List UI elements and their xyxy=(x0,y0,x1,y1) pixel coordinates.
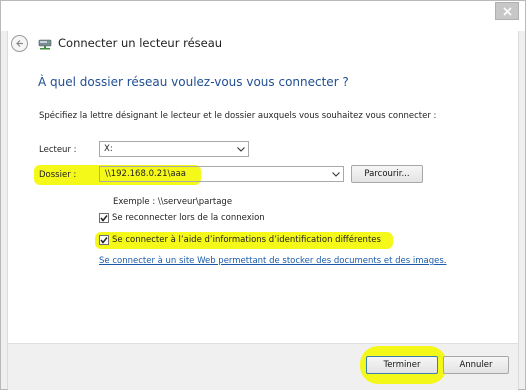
drive-label: Lecteur : xyxy=(39,145,77,155)
web-storage-link-row: Se connecter à un site Web permettant de… xyxy=(99,256,447,266)
folder-combobox[interactable]: \\192.168.0.21\aaa xyxy=(99,166,344,182)
instruction-text: Spécifiez la lettre désignant le lecteur… xyxy=(39,111,437,121)
network-drive-icon xyxy=(38,39,52,50)
wizard-header: Connecter un lecteur réseau xyxy=(11,33,222,53)
title-bar xyxy=(1,1,525,31)
folder-value: \\192.168.0.21\aaa xyxy=(105,169,186,179)
close-button[interactable] xyxy=(495,2,519,20)
back-arrow-icon xyxy=(16,39,23,47)
link-period: . xyxy=(443,256,447,266)
wizard-heading: À quel dossier réseau voulez-vous vous c… xyxy=(38,75,349,89)
drive-select-value: X: xyxy=(104,144,113,154)
example-text: Exemple : \\serveur\partage xyxy=(113,197,233,207)
dialog-window: Connecter un lecteur réseau À quel dossi… xyxy=(0,0,526,390)
folder-label: Dossier : xyxy=(39,170,77,180)
window-title: Connecter un lecteur réseau xyxy=(58,36,223,50)
credentials-checkbox[interactable] xyxy=(99,235,109,245)
checkmark-icon xyxy=(100,215,108,222)
browse-button[interactable]: Parcourir... xyxy=(351,165,423,183)
reconnect-option[interactable]: Se reconnecter lors de la connexion xyxy=(99,213,265,223)
chevron-down-icon xyxy=(329,167,343,181)
cancel-button[interactable]: Annuler xyxy=(443,356,509,374)
credentials-label: Se connecter à l’aide d’informations d’i… xyxy=(112,235,381,245)
reconnect-label: Se reconnecter lors de la connexion xyxy=(112,213,265,223)
credentials-option[interactable]: Se connecter à l’aide d’informations d’i… xyxy=(99,235,381,245)
checkmark-icon xyxy=(100,237,108,244)
web-storage-link[interactable]: Se connecter à un site Web permettant de… xyxy=(99,256,444,266)
close-icon xyxy=(502,6,512,16)
drive-select[interactable]: X: xyxy=(99,141,249,157)
finish-button[interactable]: Terminer xyxy=(366,356,438,374)
back-button[interactable] xyxy=(11,34,28,52)
chevron-down-icon xyxy=(234,142,248,156)
frame-left xyxy=(1,31,8,389)
reconnect-checkbox[interactable] xyxy=(99,213,109,223)
frame-right xyxy=(518,31,525,389)
content-area xyxy=(8,60,518,343)
